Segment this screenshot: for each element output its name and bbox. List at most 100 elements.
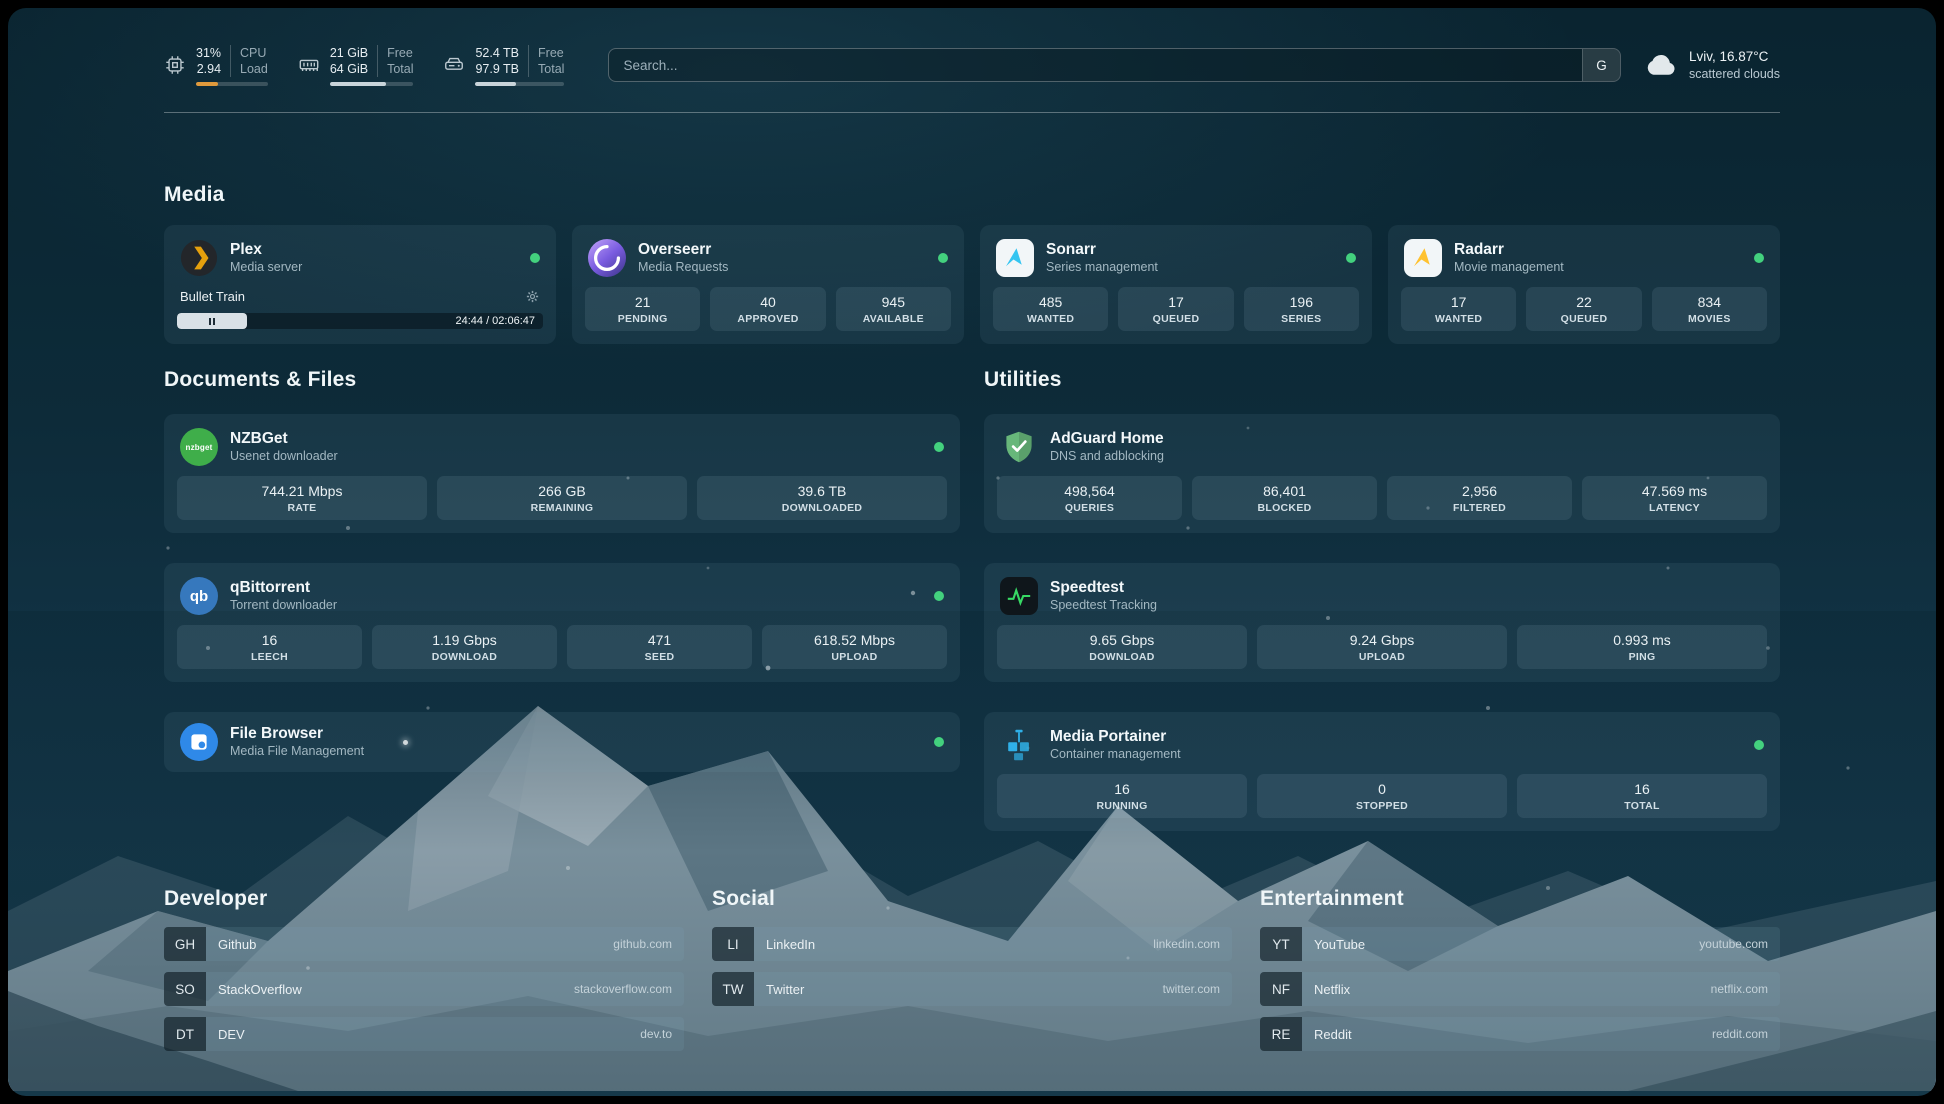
card-nzbget[interactable]: nzbget NZBGet Usenet downloader 744.21 M… xyxy=(164,414,960,533)
card-qbittorrent[interactable]: qb qBittorrent Torrent downloader 16 xyxy=(164,563,960,682)
bookmark-name: Twitter xyxy=(754,982,804,997)
bookmark-url: linkedin.com xyxy=(1153,937,1232,951)
section-title-documents: Documents & Files xyxy=(164,368,960,392)
bookmark-url: twitter.com xyxy=(1163,982,1232,996)
stat-remaining: 266 GB REMAINING xyxy=(437,476,687,520)
card-adguard[interactable]: AdGuard Home DNS and adblocking 498,564 … xyxy=(984,414,1780,533)
bookmark-abbr: LI xyxy=(712,927,754,961)
dashboard-window: 31% CPU 2.94 Load xyxy=(8,8,1936,1096)
stat-queued: 22 QUEUED xyxy=(1526,287,1641,331)
section-title-developer: Developer xyxy=(164,887,684,911)
stat-movies: 834 MOVIES xyxy=(1652,287,1767,331)
disk-icon xyxy=(443,54,465,76)
disk-widget: 52.4 TB Free 97.9 TB Total xyxy=(443,45,564,86)
card-sonarr[interactable]: Sonarr Series management 485 WANTED 17 Q… xyxy=(980,225,1372,344)
cpu-load-value: 2.94 xyxy=(197,61,230,77)
service-subtitle: Media Requests xyxy=(638,259,728,276)
memory-total-label: Total xyxy=(377,61,413,77)
stat-queued: 17 QUEUED xyxy=(1118,287,1233,331)
memory-total-value: 64 GiB xyxy=(330,61,377,77)
memory-usage-bar xyxy=(330,82,414,86)
stat-rate: 744.21 Mbps RATE xyxy=(177,476,427,520)
memory-free-value: 21 GiB xyxy=(330,45,377,61)
pause-icon xyxy=(209,318,211,325)
bookmark-name: Reddit xyxy=(1302,1027,1352,1042)
now-playing-title: Bullet Train xyxy=(180,289,245,304)
service-subtitle: DNS and adblocking xyxy=(1050,448,1164,465)
stat-download: 9.65 Gbps DOWNLOAD xyxy=(997,625,1247,669)
memory-free-label: Free xyxy=(377,45,413,61)
disk-free-value: 52.4 TB xyxy=(475,45,528,61)
bookmark-url: stackoverflow.com xyxy=(574,982,684,996)
stat-pending: 21 PENDING xyxy=(585,287,700,331)
bookmark-abbr: YT xyxy=(1260,927,1302,961)
service-name: AdGuard Home xyxy=(1050,429,1164,448)
bookmark-twitter[interactable]: TW Twitter twitter.com xyxy=(712,972,1232,1006)
nzbget-icon: nzbget xyxy=(180,428,218,466)
service-subtitle: Media server xyxy=(230,259,302,276)
bookmark-github[interactable]: GH Github github.com xyxy=(164,927,684,961)
service-subtitle: Torrent downloader xyxy=(230,597,337,614)
section-developer: Developer GH Github github.com SO StackO… xyxy=(164,887,684,1051)
qbittorrent-icon: qb xyxy=(180,577,218,615)
bookmark-stackoverflow[interactable]: SO StackOverflow stackoverflow.com xyxy=(164,972,684,1006)
card-filebrowser[interactable]: File Browser Media File Management xyxy=(164,712,960,772)
bookmark-youtube[interactable]: YT YouTube youtube.com xyxy=(1260,927,1780,961)
cpu-percent: 31% xyxy=(196,45,230,61)
search-provider-button[interactable]: G xyxy=(1582,49,1620,81)
stat-downloaded: 39.6 TB DOWNLOADED xyxy=(697,476,947,520)
playback-progress-bar[interactable]: 24:44 / 02:06:47 xyxy=(177,313,543,329)
stat-running: 16 RUNNING xyxy=(997,774,1247,818)
stat-available: 945 AVAILABLE xyxy=(836,287,951,331)
status-dot xyxy=(934,442,944,452)
cpu-label: CPU xyxy=(230,45,268,61)
card-speedtest[interactable]: Speedtest Speedtest Tracking 9.65 Gbps D… xyxy=(984,563,1780,682)
stat-leech: 16 LEECH xyxy=(177,625,362,669)
bookmark-url: github.com xyxy=(613,937,684,951)
cpu-icon xyxy=(164,54,186,76)
search-input[interactable] xyxy=(609,49,1582,81)
cloud-icon xyxy=(1643,47,1679,83)
service-subtitle: Movie management xyxy=(1454,259,1564,276)
stat-seed: 471 SEED xyxy=(567,625,752,669)
cpu-usage-bar xyxy=(196,82,268,86)
bookmark-name: DEV xyxy=(206,1027,245,1042)
service-subtitle: Usenet downloader xyxy=(230,448,338,465)
snow-speck xyxy=(403,740,408,745)
card-radarr[interactable]: Radarr Movie management 17 WANTED 22 QUE… xyxy=(1388,225,1780,344)
bookmark-url: reddit.com xyxy=(1712,1027,1780,1041)
section-title-utilities: Utilities xyxy=(984,368,1780,392)
bookmark-abbr: NF xyxy=(1260,972,1302,1006)
stat-series: 196 SERIES xyxy=(1244,287,1359,331)
service-name: Sonarr xyxy=(1046,240,1158,259)
gear-icon[interactable] xyxy=(525,289,540,304)
stat-blocked: 86,401 BLOCKED xyxy=(1192,476,1377,520)
section-media: Media Plex Media server xyxy=(164,183,1780,344)
stat-filtered: 2,956 FILTERED xyxy=(1387,476,1572,520)
status-dot xyxy=(1346,253,1356,263)
stat-ping: 0.993 ms PING xyxy=(1517,625,1767,669)
radarr-icon xyxy=(1404,239,1442,277)
card-plex[interactable]: Plex Media server Bullet Train xyxy=(164,225,556,344)
memory-widget: 21 GiB Free 64 GiB Total xyxy=(298,45,414,86)
card-overseerr[interactable]: Overseerr Media Requests 21 PENDING 40 A… xyxy=(572,225,964,344)
stat-total: 16 TOTAL xyxy=(1517,774,1767,818)
service-name: Speedtest xyxy=(1050,578,1157,597)
divider xyxy=(164,112,1780,113)
bookmark-netflix[interactable]: NF Netflix netflix.com xyxy=(1260,972,1780,1006)
disk-usage-bar xyxy=(475,82,564,86)
speedtest-icon xyxy=(1000,577,1038,615)
playback-time: 24:44 / 02:06:47 xyxy=(455,313,535,329)
service-subtitle: Series management xyxy=(1046,259,1158,276)
bookmark-name: Github xyxy=(206,937,256,952)
bookmark-dev[interactable]: DT DEV dev.to xyxy=(164,1017,684,1051)
bookmark-reddit[interactable]: RE Reddit reddit.com xyxy=(1260,1017,1780,1051)
stat-download: 1.19 Gbps DOWNLOAD xyxy=(372,625,557,669)
bookmark-abbr: GH xyxy=(164,927,206,961)
section-documents: Documents & Files nzbget NZBGet Usenet d… xyxy=(164,368,960,772)
bookmark-linkedin[interactable]: LI LinkedIn linkedin.com xyxy=(712,927,1232,961)
card-portainer[interactable]: Media Portainer Container management 16 … xyxy=(984,712,1780,831)
bookmark-name: YouTube xyxy=(1302,937,1365,952)
disk-total-value: 97.9 TB xyxy=(475,61,528,77)
overseerr-icon xyxy=(588,239,626,277)
